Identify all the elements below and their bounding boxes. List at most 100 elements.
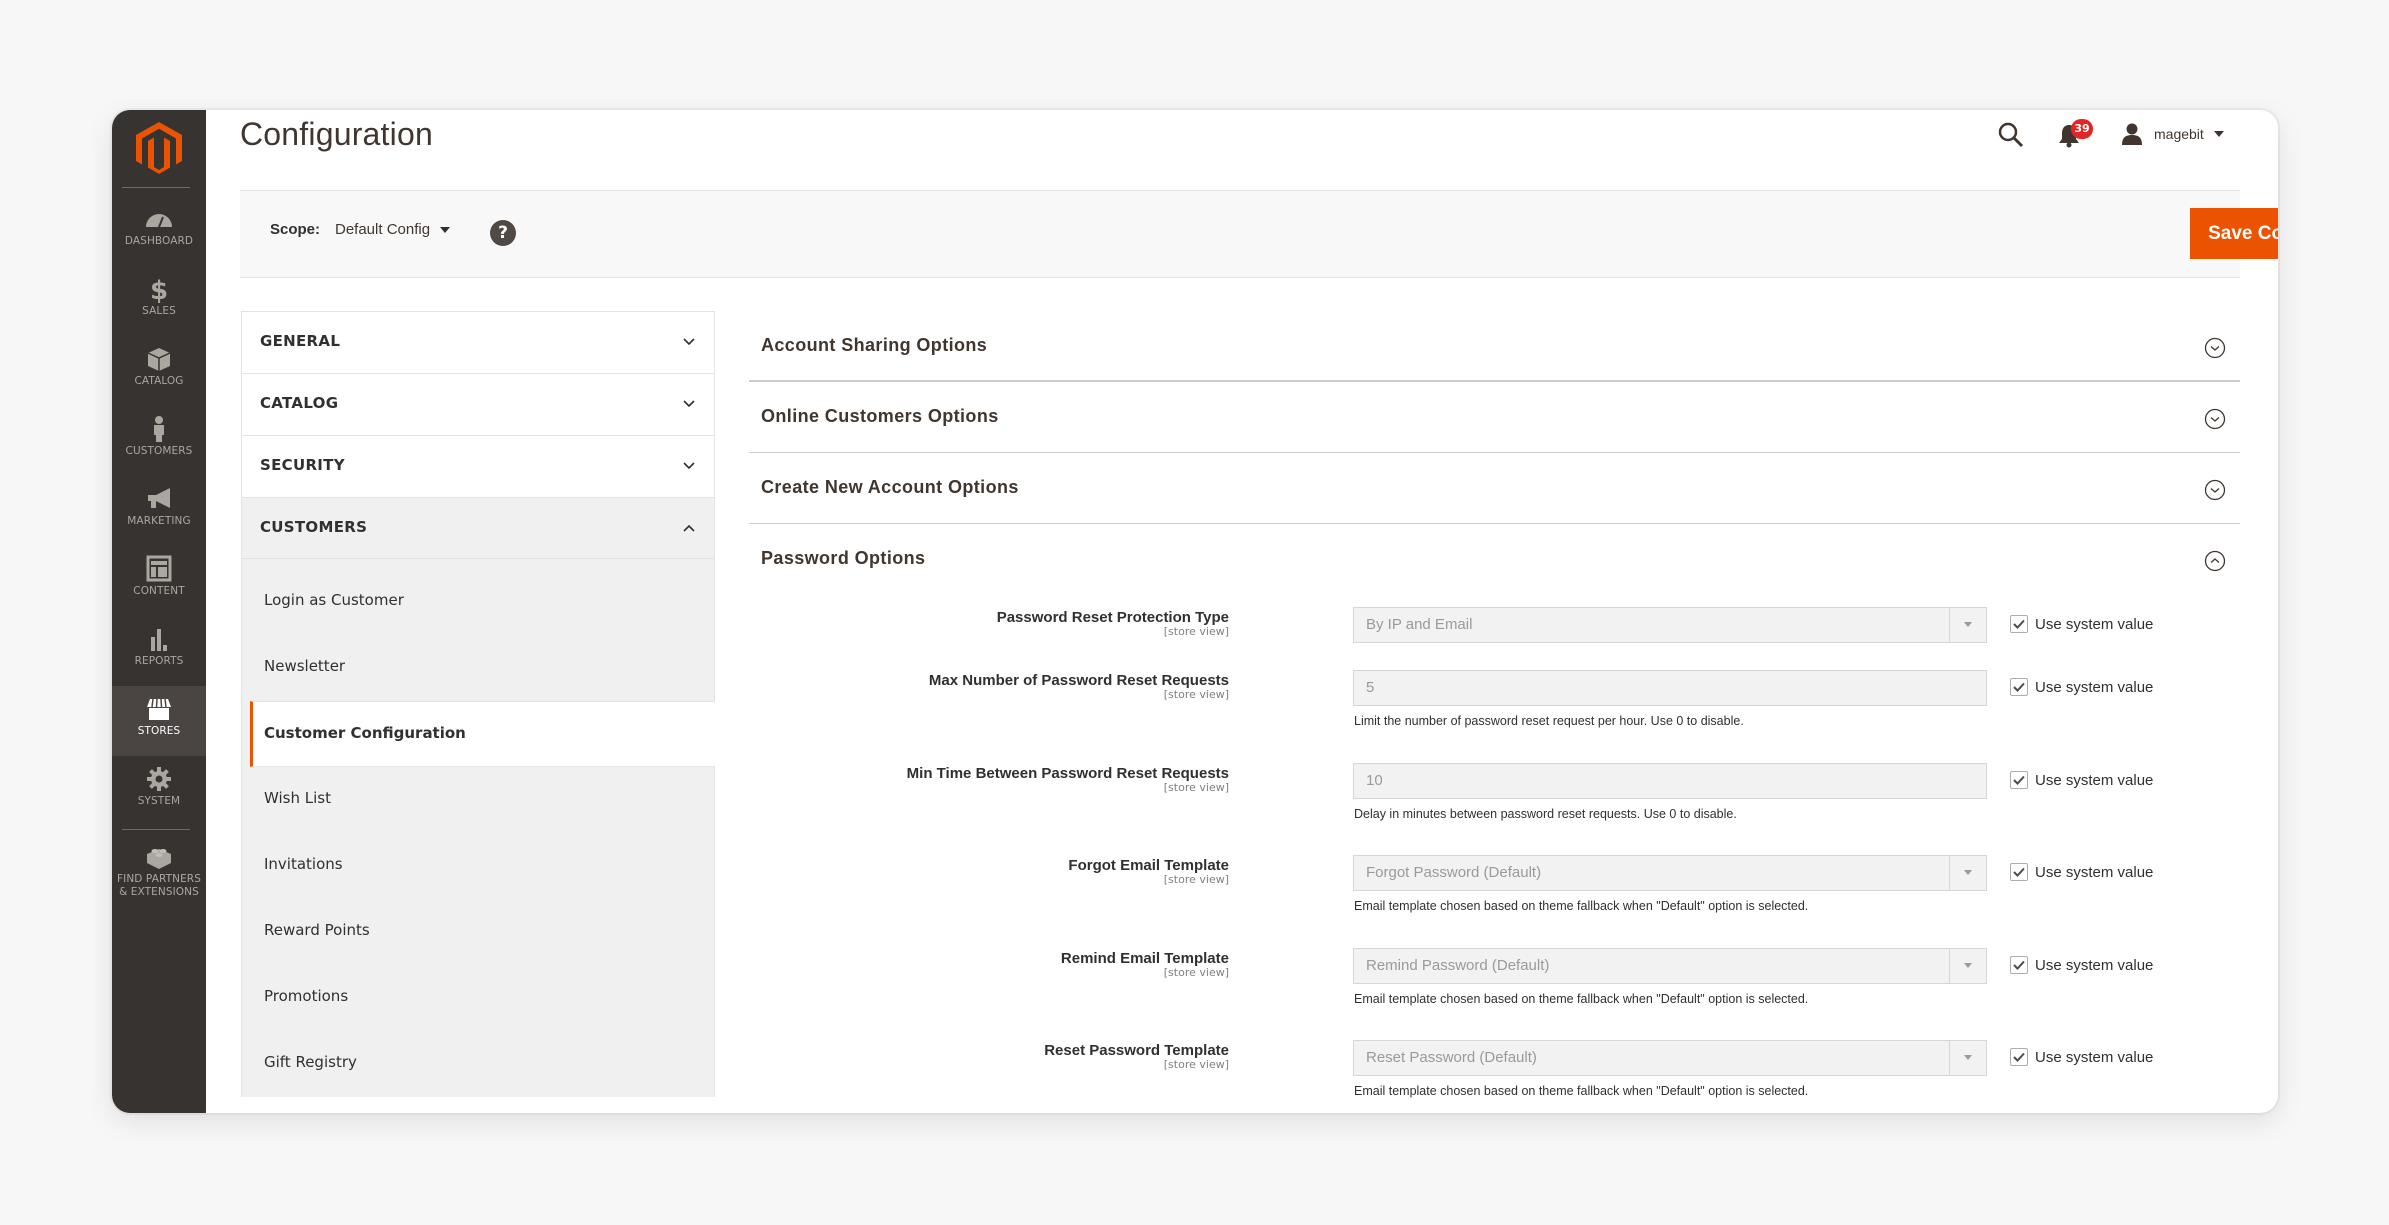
subnav-item-customer-configuration[interactable]: Customer Configuration — [250, 701, 715, 767]
sidebar-item-catalog[interactable]: CATALOG — [112, 336, 206, 406]
section-account-sharing-options[interactable]: Account Sharing Options — [749, 311, 2240, 382]
sidebar-item-customers[interactable]: CUSTOMERS — [112, 406, 206, 476]
field-note: Email template chosen based on theme fal… — [1354, 899, 1809, 913]
sidebar-item-label: CATALOG — [134, 375, 184, 387]
checkbox-checked[interactable] — [2010, 615, 2028, 633]
chevron-down-icon — [683, 462, 695, 470]
input-value: 5 — [1366, 679, 1375, 696]
scope-bar: Scope: Default Config ? Save Config — [240, 190, 2278, 278]
use-system-value-checkbox[interactable]: Use system value — [2010, 1048, 2153, 1066]
save-config-button[interactable]: Save Config — [2190, 208, 2278, 259]
subnav-item-reward-points[interactable]: Reward Points — [242, 899, 714, 965]
checkbox-checked[interactable] — [2010, 863, 2028, 881]
password-reset-protection-type-select[interactable]: By IP and Email — [1353, 607, 1987, 643]
sidebar-item-system[interactable]: SYSTEM — [112, 756, 206, 826]
config-tab-catalog[interactable]: CATALOG — [241, 373, 715, 435]
search-icon[interactable] — [1996, 120, 2026, 150]
select-value: Remind Password (Default) — [1366, 957, 1550, 974]
chevron-down-icon — [683, 338, 695, 346]
section-title: Account Sharing Options — [761, 335, 988, 355]
select-arrow-icon — [1949, 949, 1986, 983]
checkbox-checked[interactable] — [2010, 771, 2028, 789]
subnav-item-login-as-customer[interactable]: Login as Customer — [242, 569, 714, 635]
remind-email-template-select[interactable]: Remind Password (Default) — [1353, 948, 1987, 984]
section-online-customers-options[interactable]: Online Customers Options — [749, 382, 2240, 453]
sidebar-item-label: CONTENT — [133, 585, 185, 597]
field-label: Min Time Between Password Reset Requests — [906, 765, 1229, 782]
config-tab-security[interactable]: SECURITY — [241, 435, 715, 497]
forgot-email-template-select[interactable]: Forgot Password (Default) — [1353, 855, 1987, 891]
section-title: Create New Account Options — [761, 477, 1019, 497]
lego-brick-icon — [147, 849, 171, 869]
sidebar-item-label: CUSTOMERS — [125, 445, 193, 457]
subnav-item-gift-registry[interactable]: Gift Registry — [242, 1031, 714, 1097]
use-system-value-checkbox[interactable]: Use system value — [2010, 956, 2153, 974]
select-value: By IP and Email — [1366, 616, 1473, 633]
select-arrow-icon — [1949, 1041, 1986, 1075]
sidebar-item-marketing[interactable]: MARKETING — [112, 476, 206, 546]
subnav-item-invitations[interactable]: Invitations — [242, 833, 714, 899]
subnav-item-label: Customer Configuration — [264, 724, 466, 742]
sidebar-item-label: SYSTEM — [137, 795, 181, 807]
reset-password-template-select[interactable]: Reset Password (Default) — [1353, 1040, 1987, 1076]
megaphone-icon — [148, 488, 170, 508]
sidebar-item-sales[interactable]: $ SALES — [112, 266, 206, 336]
user-account-menu[interactable]: magebit — [2120, 118, 2224, 150]
sidebar-item-find-partners[interactable]: FIND PARTNERS & EXTENSIONS — [112, 834, 206, 924]
checkbox-checked[interactable] — [2010, 956, 2028, 974]
page-title: Configuration — [240, 116, 433, 152]
person-icon — [154, 416, 164, 442]
use-system-value-label: Use system value — [2035, 678, 2154, 696]
use-system-value-checkbox[interactable]: Use system value — [2010, 615, 2153, 633]
use-system-value-checkbox[interactable]: Use system value — [2010, 863, 2153, 881]
magento-logo-icon[interactable] — [136, 122, 182, 174]
use-system-value-label: Use system value — [2035, 956, 2154, 974]
dollar-icon: $ — [150, 276, 168, 303]
notification-count-badge: 39 — [2071, 119, 2093, 139]
field-scope: [store view] — [1163, 1058, 1229, 1071]
checkmark-icon — [2013, 867, 2025, 877]
config-tab-customers[interactable]: CUSTOMERS — [241, 497, 715, 559]
admin-window: DASHBOARD $ SALES CATALOG CUSTOMERS MARK… — [112, 110, 2278, 1113]
checkbox-checked[interactable] — [2010, 1048, 2028, 1066]
use-system-value-label: Use system value — [2035, 615, 2154, 633]
field-scope: [store view] — [1163, 688, 1229, 701]
subnav-item-promotions[interactable]: Promotions — [242, 965, 714, 1031]
field-label: Max Number of Password Reset Requests — [928, 672, 1229, 689]
field-scope: [store view] — [1163, 781, 1229, 794]
collapse-circle-icon — [2204, 550, 2226, 572]
user-icon — [2122, 123, 2142, 145]
use-system-value-checkbox[interactable]: Use system value — [2010, 678, 2153, 696]
field-note: Limit the number of password reset reque… — [1354, 714, 1744, 728]
field-label-group: Max Number of Password Reset Requests [s… — [929, 672, 1229, 701]
expand-circle-icon — [2204, 337, 2226, 359]
config-tab-general[interactable]: GENERAL — [241, 311, 715, 373]
subnav-item-label: Newsletter — [264, 657, 346, 675]
subnav-item-newsletter[interactable]: Newsletter — [242, 635, 714, 701]
sidebar-item-stores[interactable]: STORES — [112, 686, 206, 756]
max-password-reset-requests-input[interactable]: 5 — [1353, 670, 1987, 706]
sidebar-item-dashboard[interactable]: DASHBOARD — [112, 196, 206, 266]
section-password-options[interactable]: Password Options — [749, 524, 2240, 595]
field-note: Delay in minutes between password reset … — [1354, 807, 1737, 821]
section-create-new-account-options[interactable]: Create New Account Options — [749, 453, 2240, 524]
help-icon[interactable]: ? — [490, 220, 516, 246]
svg-text:$: $ — [150, 276, 168, 303]
min-time-between-reset-requests-input[interactable]: 10 — [1353, 763, 1987, 799]
section-title: Online Customers Options — [761, 406, 999, 426]
use-system-value-checkbox[interactable]: Use system value — [2010, 771, 2153, 789]
select-arrow-icon — [1949, 856, 1986, 890]
checkmark-icon — [2013, 775, 2025, 785]
scope-label: Scope: — [270, 221, 321, 238]
field-scope: [store view] — [1163, 873, 1229, 886]
sidebar-item-content[interactable]: CONTENT — [112, 546, 206, 616]
select-value: Forgot Password (Default) — [1366, 864, 1542, 881]
subnav-item-wish-list[interactable]: Wish List — [242, 767, 714, 833]
sidebar-item-reports[interactable]: REPORTS — [112, 616, 206, 686]
storefront-icon — [147, 698, 171, 720]
subnav-item-label: Invitations — [264, 855, 343, 873]
scope-switcher[interactable]: Default Config — [335, 221, 451, 238]
checkbox-checked[interactable] — [2010, 678, 2028, 696]
field-label: Remind Email Template — [1060, 950, 1229, 967]
config-tab-label: GENERAL — [260, 332, 341, 350]
